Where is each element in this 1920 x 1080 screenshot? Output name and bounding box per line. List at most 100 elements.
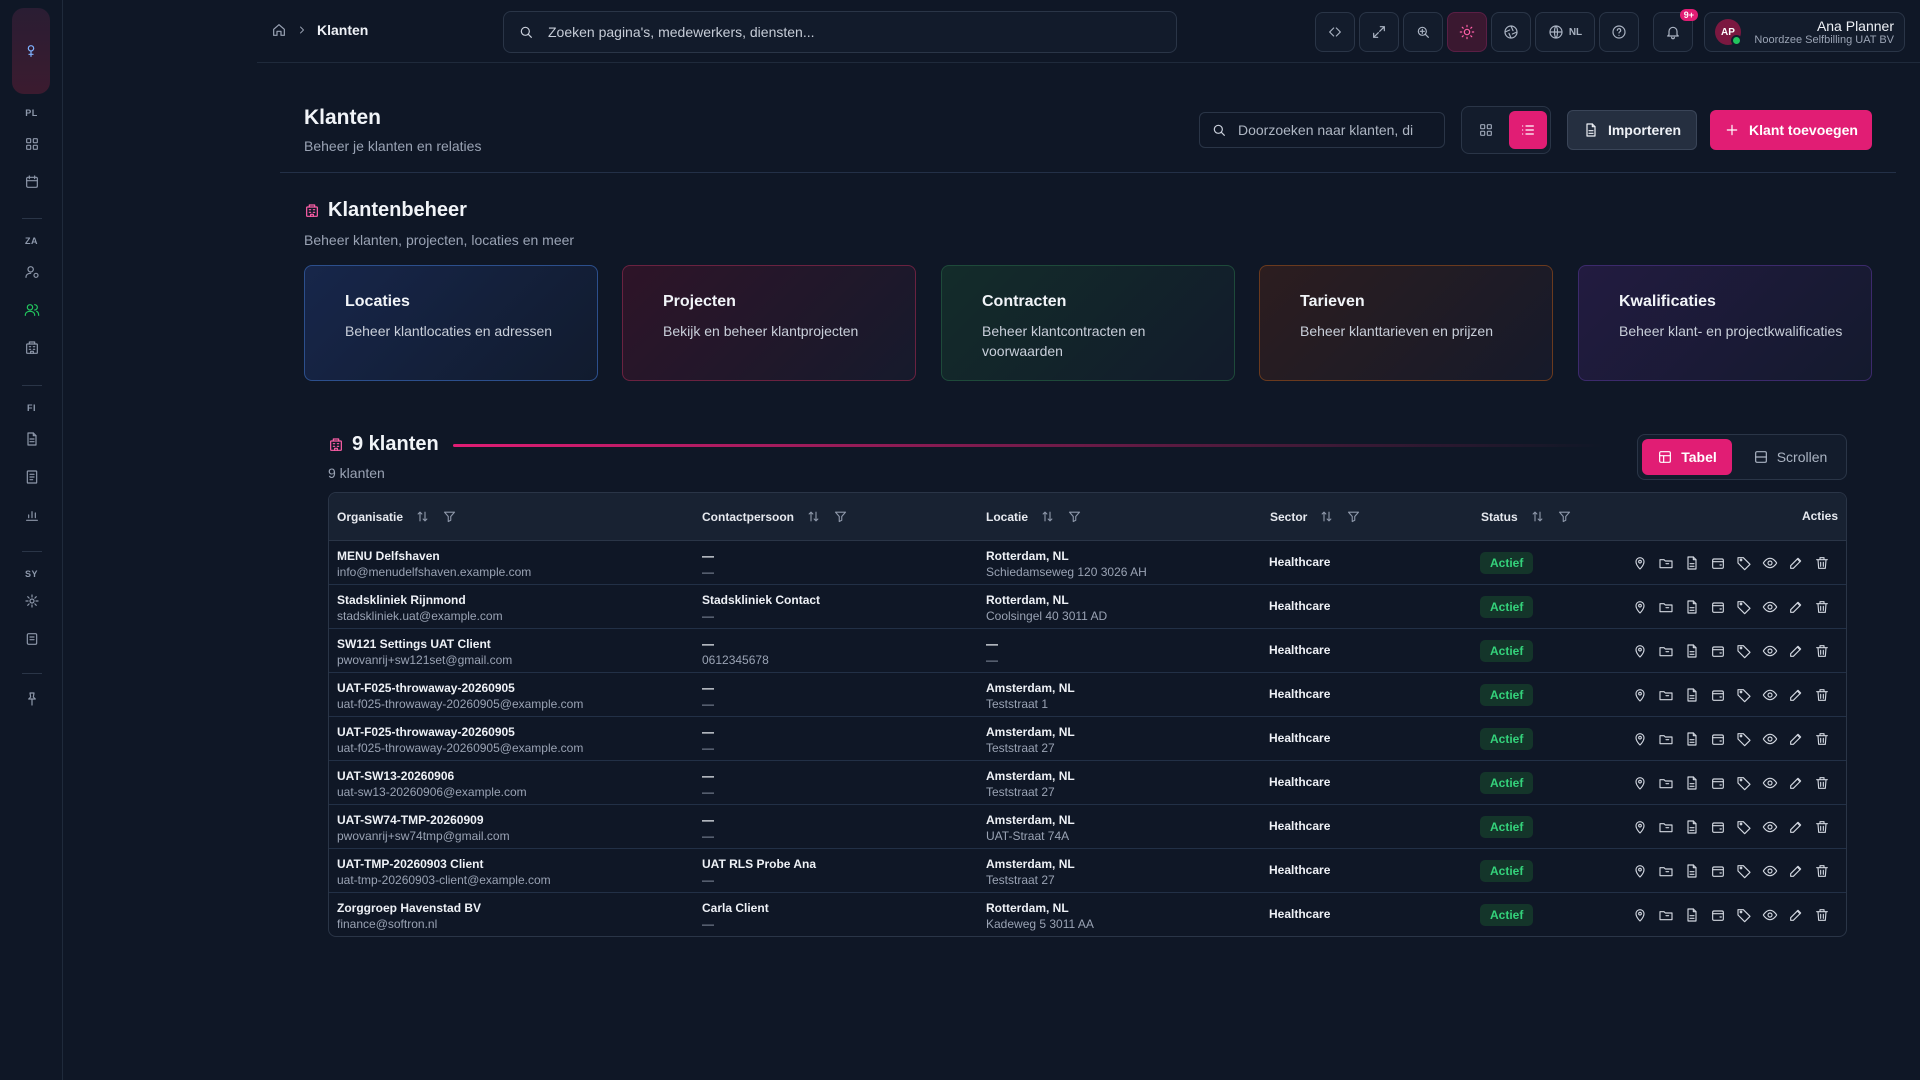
- rail-calendar-button[interactable]: [19, 169, 45, 195]
- fullscreen-button[interactable]: [1359, 12, 1399, 52]
- trash-icon[interactable]: [1814, 555, 1830, 571]
- locations-icon[interactable]: [1632, 731, 1648, 747]
- client-search-input[interactable]: [1238, 122, 1438, 138]
- trash-icon[interactable]: [1814, 819, 1830, 835]
- sort-icon[interactable]: [1319, 509, 1334, 524]
- table-row[interactable]: SW121 Settings UAT Client pwovanrij+sw121…: [329, 629, 1846, 673]
- projects-icon[interactable]: [1658, 907, 1674, 923]
- trash-icon[interactable]: [1814, 863, 1830, 879]
- trash-icon[interactable]: [1814, 599, 1830, 615]
- eye-icon[interactable]: [1762, 555, 1778, 571]
- rates-icon[interactable]: [1710, 907, 1726, 923]
- add-client-button[interactable]: Klant toevoegen: [1710, 110, 1872, 150]
- rates-icon[interactable]: [1710, 775, 1726, 791]
- notifications-button[interactable]: 9+: [1653, 9, 1698, 52]
- eye-icon[interactable]: [1762, 863, 1778, 879]
- edit-icon[interactable]: [1788, 819, 1804, 835]
- edit-icon[interactable]: [1788, 599, 1804, 615]
- contracts-icon[interactable]: [1684, 643, 1700, 659]
- edit-icon[interactable]: [1788, 555, 1804, 571]
- rail-analytics-button[interactable]: [19, 502, 45, 528]
- rail-invoices-button[interactable]: [19, 426, 45, 452]
- rates-icon[interactable]: [1710, 555, 1726, 571]
- sort-icon[interactable]: [1040, 509, 1055, 524]
- tag-icon[interactable]: [1736, 819, 1752, 835]
- client-search[interactable]: [1199, 112, 1445, 148]
- contracts-icon[interactable]: [1684, 863, 1700, 879]
- zoom-button[interactable]: [1403, 12, 1443, 52]
- contracts-icon[interactable]: [1684, 687, 1700, 703]
- tag-icon[interactable]: [1736, 687, 1752, 703]
- table-row[interactable]: UAT-TMP-20260903 Client uat-tmp-20260903-…: [329, 849, 1846, 893]
- filter-icon[interactable]: [1346, 509, 1361, 524]
- card-contracten[interactable]: Contracten Beheer klantcontracten en voo…: [941, 265, 1235, 381]
- app-logo[interactable]: [12, 8, 50, 94]
- scroll-mode-button[interactable]: Scrollen: [1736, 439, 1844, 475]
- edit-icon[interactable]: [1788, 643, 1804, 659]
- rates-icon[interactable]: [1710, 863, 1726, 879]
- eye-icon[interactable]: [1762, 907, 1778, 923]
- edit-icon[interactable]: [1788, 687, 1804, 703]
- locations-icon[interactable]: [1632, 863, 1648, 879]
- organisation-name[interactable]: UAT-F025-throwaway-20260905: [337, 680, 583, 696]
- table-mode-button[interactable]: Tabel: [1642, 439, 1732, 475]
- projects-icon[interactable]: [1658, 555, 1674, 571]
- rates-icon[interactable]: [1710, 819, 1726, 835]
- eye-icon[interactable]: [1762, 599, 1778, 615]
- organisation-name[interactable]: MENU Delfshaven: [337, 548, 531, 564]
- locations-icon[interactable]: [1632, 599, 1648, 615]
- filter-icon[interactable]: [1067, 509, 1082, 524]
- edit-icon[interactable]: [1788, 775, 1804, 791]
- card-kwalificaties[interactable]: Kwalificaties Beheer klant- en projectkw…: [1578, 265, 1872, 381]
- color-palette-button[interactable]: [1491, 12, 1531, 52]
- rates-icon[interactable]: [1710, 599, 1726, 615]
- locations-icon[interactable]: [1632, 819, 1648, 835]
- table-row[interactable]: Stadskliniek Rijnmond stadskliniek.uat@ex…: [329, 585, 1846, 629]
- edit-icon[interactable]: [1788, 907, 1804, 923]
- contracts-icon[interactable]: [1684, 775, 1700, 791]
- trash-icon[interactable]: [1814, 907, 1830, 923]
- rail-pin-button[interactable]: [19, 686, 45, 712]
- table-row[interactable]: UAT-F025-throwaway-20260905 uat-f025-thro…: [329, 717, 1846, 761]
- trash-icon[interactable]: [1814, 775, 1830, 791]
- rail-clients-button[interactable]: [19, 297, 45, 323]
- tag-icon[interactable]: [1736, 863, 1752, 879]
- organisation-name[interactable]: UAT-SW74-TMP-20260909: [337, 812, 510, 828]
- card-locaties[interactable]: Locaties Beheer klantlocaties en adresse…: [304, 265, 598, 381]
- filter-icon[interactable]: [1557, 509, 1572, 524]
- eye-icon[interactable]: [1762, 819, 1778, 835]
- eye-icon[interactable]: [1762, 687, 1778, 703]
- rail-reports-button[interactable]: [19, 464, 45, 490]
- rates-icon[interactable]: [1710, 643, 1726, 659]
- trash-icon[interactable]: [1814, 643, 1830, 659]
- contracts-icon[interactable]: [1684, 555, 1700, 571]
- tag-icon[interactable]: [1736, 775, 1752, 791]
- filter-icon[interactable]: [442, 509, 457, 524]
- table-row[interactable]: UAT-SW13-20260906 uat-sw13-20260906@examp…: [329, 761, 1846, 805]
- table-row[interactable]: Zorggroep Havenstad BV finance@softron.nl…: [329, 893, 1846, 936]
- eye-icon[interactable]: [1762, 643, 1778, 659]
- locations-icon[interactable]: [1632, 687, 1648, 703]
- organisation-name[interactable]: UAT-SW13-20260906: [337, 768, 527, 784]
- projects-icon[interactable]: [1658, 863, 1674, 879]
- organisation-name[interactable]: Stadskliniek Rijnmond: [337, 592, 503, 608]
- eye-icon[interactable]: [1762, 731, 1778, 747]
- projects-icon[interactable]: [1658, 643, 1674, 659]
- projects-icon[interactable]: [1658, 599, 1674, 615]
- help-button[interactable]: [1599, 12, 1639, 52]
- table-row[interactable]: UAT-F025-throwaway-20260905 uat-f025-thro…: [329, 673, 1846, 717]
- projects-icon[interactable]: [1658, 819, 1674, 835]
- global-search[interactable]: [503, 11, 1177, 53]
- theme-toggle-button[interactable]: [1447, 12, 1487, 52]
- card-tarieven[interactable]: Tarieven Beheer klanttarieven en prijzen: [1259, 265, 1553, 381]
- rates-icon[interactable]: [1710, 687, 1726, 703]
- home-icon[interactable]: [271, 22, 287, 38]
- sort-icon[interactable]: [806, 509, 821, 524]
- locations-icon[interactable]: [1632, 555, 1648, 571]
- contracts-icon[interactable]: [1684, 819, 1700, 835]
- card-projecten[interactable]: Projecten Bekijk en beheer klantprojecte…: [622, 265, 916, 381]
- trash-icon[interactable]: [1814, 731, 1830, 747]
- list-view-button[interactable]: [1509, 111, 1547, 149]
- contracts-icon[interactable]: [1684, 731, 1700, 747]
- rail-dashboard-button[interactable]: [19, 131, 45, 157]
